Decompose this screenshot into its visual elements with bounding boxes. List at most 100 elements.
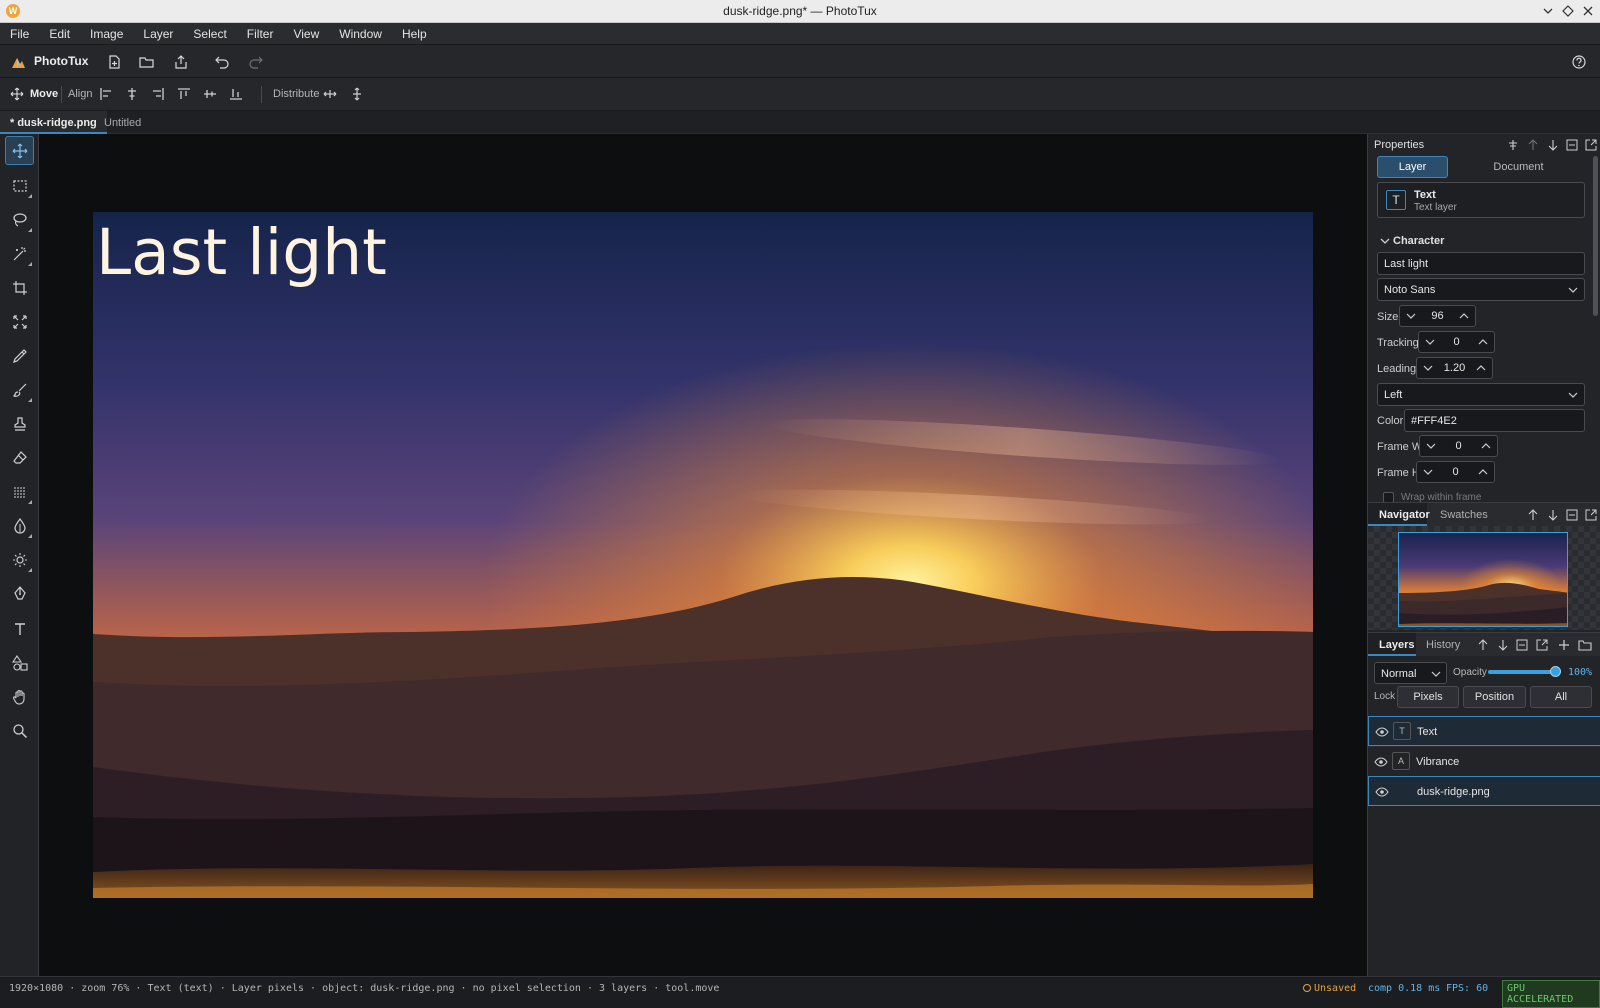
collapse-panel-icon[interactable] <box>1515 638 1529 652</box>
text-tool[interactable] <box>5 614 34 643</box>
move-down-icon[interactable] <box>1546 508 1560 522</box>
stamp-tool[interactable] <box>5 409 34 438</box>
collapse-panel-icon[interactable] <box>1565 138 1579 152</box>
align-left-icon[interactable] <box>98 86 114 102</box>
increment-icon[interactable] <box>1476 335 1490 349</box>
font-select[interactable]: Noto Sans <box>1377 278 1585 301</box>
export-icon[interactable] <box>172 53 190 71</box>
pen-tool[interactable] <box>5 579 34 608</box>
move-layer-up-icon[interactable] <box>1476 638 1490 652</box>
leading-stepper[interactable]: 1.20 <box>1416 357 1493 379</box>
opacity-slider[interactable] <box>1488 666 1561 677</box>
marquee-tool[interactable] <box>5 171 34 200</box>
menu-view[interactable]: View <box>283 23 329 45</box>
tracking-stepper[interactable]: 0 <box>1418 331 1495 353</box>
canvas-text-layer[interactable]: Last light <box>96 216 387 289</box>
text-content-input[interactable]: Last light <box>1377 252 1585 275</box>
visibility-eye-icon[interactable] <box>1374 755 1388 769</box>
magic-wand-tool[interactable] <box>5 239 34 268</box>
align-top-icon[interactable] <box>176 86 192 102</box>
layer-row-dusk-ridge[interactable]: dusk-ridge.png <box>1368 776 1600 806</box>
brush-tool[interactable] <box>5 375 34 404</box>
lock-pixels-button[interactable]: Pixels <box>1397 686 1459 708</box>
lasso-tool[interactable] <box>5 205 34 234</box>
float-panel-icon[interactable] <box>1535 638 1549 652</box>
increment-icon[interactable] <box>1479 439 1493 453</box>
blend-mode-select[interactable]: Normal <box>1374 662 1447 684</box>
float-panel-icon[interactable] <box>1584 138 1598 152</box>
lock-position-button[interactable]: Position <box>1463 686 1526 708</box>
frame-w-stepper[interactable]: 0 <box>1419 435 1498 457</box>
size-stepper[interactable]: 96 <box>1399 305 1476 327</box>
color-input[interactable]: #FFF4E2 <box>1404 409 1585 432</box>
increment-icon[interactable] <box>1474 361 1488 375</box>
add-layer-icon[interactable] <box>1557 638 1571 652</box>
menu-filter[interactable]: Filter <box>237 23 284 45</box>
menu-help[interactable]: Help <box>392 23 437 45</box>
open-folder-icon[interactable] <box>138 53 156 71</box>
visibility-eye-icon[interactable] <box>1375 785 1389 799</box>
text-align-select[interactable]: Left <box>1377 383 1585 406</box>
layer-row-vibrance[interactable]: A Vibrance <box>1368 746 1600 776</box>
move-tool[interactable] <box>5 136 34 165</box>
redo-icon[interactable] <box>247 53 265 71</box>
blur-tool[interactable] <box>5 511 34 540</box>
properties-scrollbar[interactable] <box>1593 156 1598 316</box>
gradient-tool[interactable] <box>5 477 34 506</box>
pin-icon[interactable] <box>1506 138 1520 152</box>
eraser-tool[interactable] <box>5 443 34 472</box>
align-center-h-icon[interactable] <box>124 86 140 102</box>
dodge-tool[interactable] <box>5 545 34 574</box>
menu-file[interactable]: File <box>0 23 39 45</box>
align-middle-v-icon[interactable] <box>202 86 218 102</box>
distribute-horizontal-icon[interactable] <box>322 86 338 102</box>
collapse-panel-icon[interactable] <box>1565 508 1579 522</box>
move-down-icon[interactable] <box>1546 138 1560 152</box>
frame-h-stepper[interactable]: 0 <box>1416 461 1495 483</box>
help-icon[interactable] <box>1570 53 1588 71</box>
canvas-image[interactable] <box>93 212 1313 898</box>
menu-layer[interactable]: Layer <box>133 23 183 45</box>
menu-window[interactable]: Window <box>329 23 392 45</box>
menu-edit[interactable]: Edit <box>39 23 80 45</box>
move-layer-down-icon[interactable] <box>1496 638 1510 652</box>
visibility-eye-icon[interactable] <box>1375 725 1389 739</box>
tab-swatches[interactable]: Swatches <box>1440 509 1488 521</box>
chevron-down-icon[interactable] <box>1380 236 1390 246</box>
menu-select[interactable]: Select <box>183 23 236 45</box>
tab-history[interactable]: History <box>1426 639 1460 651</box>
minimize-icon[interactable] <box>1540 3 1556 19</box>
transform-tool[interactable] <box>5 307 34 336</box>
align-right-icon[interactable] <box>150 86 166 102</box>
zoom-tool[interactable] <box>5 716 34 745</box>
float-panel-icon[interactable] <box>1584 508 1598 522</box>
menu-image[interactable]: Image <box>80 23 133 45</box>
new-file-icon[interactable] <box>105 53 123 71</box>
undo-icon[interactable] <box>213 53 231 71</box>
increment-icon[interactable] <box>1457 309 1471 323</box>
crop-tool[interactable] <box>5 273 34 302</box>
navigator-preview-area[interactable] <box>1368 526 1600 630</box>
lock-all-button[interactable]: All <box>1530 686 1592 708</box>
tab-layers[interactable]: Layers <box>1379 639 1414 651</box>
hand-tool[interactable] <box>5 682 34 711</box>
opacity-value[interactable]: 100% <box>1568 667 1592 678</box>
move-up-icon[interactable] <box>1526 508 1540 522</box>
align-bottom-icon[interactable] <box>228 86 244 102</box>
tab-document-properties[interactable]: Document <box>1452 156 1585 178</box>
tab-dusk-ridge[interactable]: * dusk-ridge.png <box>0 111 107 134</box>
opacity-slider-handle[interactable] <box>1550 666 1561 677</box>
close-icon[interactable] <box>1580 3 1596 19</box>
increment-icon[interactable] <box>1476 465 1490 479</box>
tab-navigator[interactable]: Navigator <box>1379 509 1430 521</box>
tab-layer-properties[interactable]: Layer <box>1377 156 1448 178</box>
move-up-icon[interactable] <box>1526 138 1540 152</box>
maximize-icon[interactable] <box>1560 3 1576 19</box>
layer-row-text[interactable]: T Text <box>1368 716 1600 746</box>
eyedropper-tool[interactable] <box>5 341 34 370</box>
tab-untitled[interactable]: Untitled <box>94 111 151 134</box>
distribute-vertical-icon[interactable] <box>349 86 365 102</box>
navigator-viewport[interactable] <box>1398 532 1568 627</box>
shape-tool[interactable] <box>5 648 34 677</box>
new-group-folder-icon[interactable] <box>1578 638 1592 652</box>
